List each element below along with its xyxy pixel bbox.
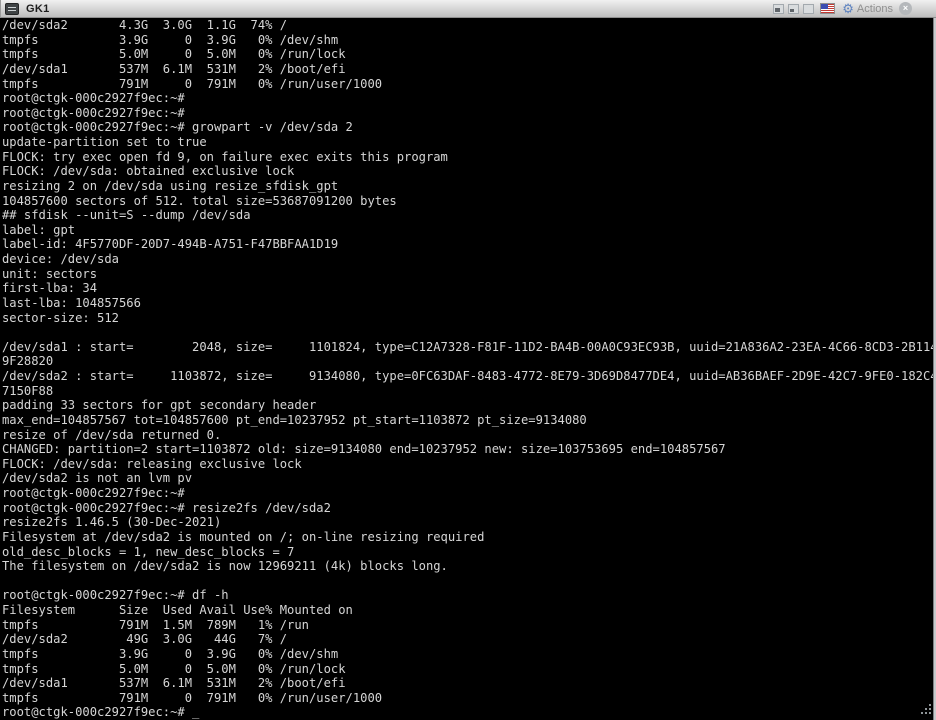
us-flag-keyboard-icon[interactable] (820, 3, 835, 14)
terminal-screen[interactable]: /dev/sda2 4.3G 3.0G 1.1G 74% / tmpfs 3.9… (0, 18, 936, 720)
restore-window-button[interactable] (788, 4, 799, 14)
titlebar-controls: ⚙ Actions × (769, 2, 912, 15)
terminal-icon (5, 3, 19, 15)
titlebar[interactable]: GK1 ⚙ Actions × (0, 0, 936, 18)
close-icon: × (903, 3, 908, 13)
terminal-output: /dev/sda2 4.3G 3.0G 1.1G 74% / tmpfs 3.9… (0, 18, 936, 720)
close-button[interactable]: × (899, 2, 912, 15)
gear-icon: ⚙ (842, 2, 854, 15)
resize-grip-icon[interactable] (920, 704, 931, 715)
window-title: GK1 (26, 3, 50, 15)
actions-menu-button[interactable]: ⚙ Actions (842, 2, 893, 15)
console-window: GK1 ⚙ Actions × /dev/sda2 4.3G 3.0G 1.1G… (0, 0, 936, 720)
shrink-window-button[interactable] (773, 4, 784, 14)
maximize-window-button[interactable] (803, 4, 814, 14)
actions-label: Actions (857, 3, 893, 15)
